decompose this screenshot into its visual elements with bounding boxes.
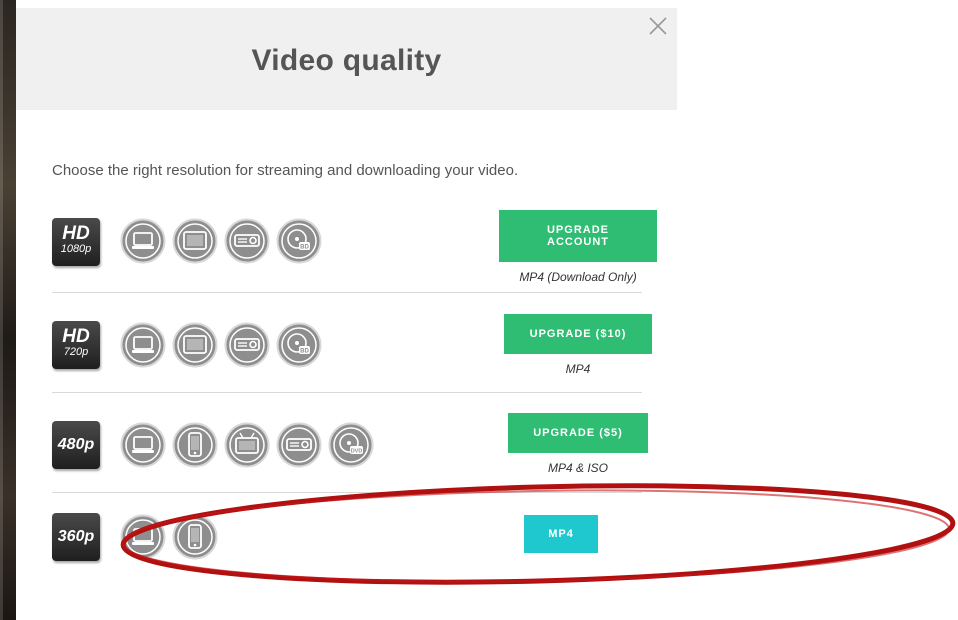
phone-icon	[172, 422, 218, 468]
projector-icon	[224, 218, 270, 264]
laptop-icon	[120, 514, 166, 560]
row-divider	[52, 392, 642, 393]
action-cell: UPGRADE ($10) MP4	[504, 314, 652, 376]
tablet-icon	[172, 322, 218, 368]
badge-res-label: 480p	[57, 436, 95, 453]
mp4-download-button[interactable]: MP4	[524, 515, 598, 553]
hd-1080p-badge: HD 1080p	[52, 218, 100, 266]
format-label: MP4 & ISO	[547, 461, 609, 475]
dvd-disc-icon: DVD	[328, 422, 374, 468]
page-backdrop	[0, 0, 16, 620]
laptop-icon	[120, 218, 166, 264]
action-cell: UPGRADE ACCOUNT MP4 (Download Only)	[499, 210, 657, 284]
hd-720p-badge: HD 720p	[52, 321, 100, 369]
tablet-icon	[172, 218, 218, 264]
phone-icon	[172, 514, 218, 560]
sd-480p-badge: 480p	[52, 421, 100, 469]
svg-text:BD: BD	[300, 244, 309, 250]
badge-hd-label: HD	[62, 223, 90, 244]
svg-text:DVD: DVD	[351, 448, 363, 454]
row-divider	[52, 492, 642, 493]
action-cell: UPGRADE ($5) MP4 & ISO	[508, 413, 648, 475]
intro-text: Choose the right resolution for streamin…	[52, 162, 519, 179]
upgrade-account-button[interactable]: UPGRADE ACCOUNT	[499, 210, 657, 262]
projector-icon	[276, 422, 322, 468]
format-label: MP4 (Download Only)	[519, 270, 637, 284]
upgrade-10-button[interactable]: UPGRADE ($10)	[504, 314, 652, 354]
sd-360p-badge: 360p	[52, 513, 100, 561]
bluray-disc-icon: BD	[276, 218, 322, 264]
bluray-disc-icon: BD	[276, 322, 322, 368]
badge-res-label: 720p	[63, 346, 89, 358]
tv-icon	[224, 422, 270, 468]
row-divider	[52, 292, 642, 293]
projector-icon	[224, 322, 270, 368]
modal-header: Video quality	[16, 8, 677, 110]
upgrade-5-button[interactable]: UPGRADE ($5)	[508, 413, 648, 453]
video-quality-modal: Video quality Choose the right resolutio…	[16, 8, 677, 620]
svg-text:BD: BD	[300, 348, 309, 354]
badge-res-label: 360p	[57, 528, 95, 545]
laptop-icon	[120, 322, 166, 368]
action-cell: MP4	[524, 515, 598, 553]
badge-res-label: 1080p	[60, 243, 92, 255]
badge-hd-label: HD	[62, 326, 90, 347]
laptop-icon	[120, 422, 166, 468]
format-label: MP4	[565, 362, 591, 376]
close-icon[interactable]	[646, 14, 670, 38]
modal-title: Video quality	[251, 44, 442, 77]
